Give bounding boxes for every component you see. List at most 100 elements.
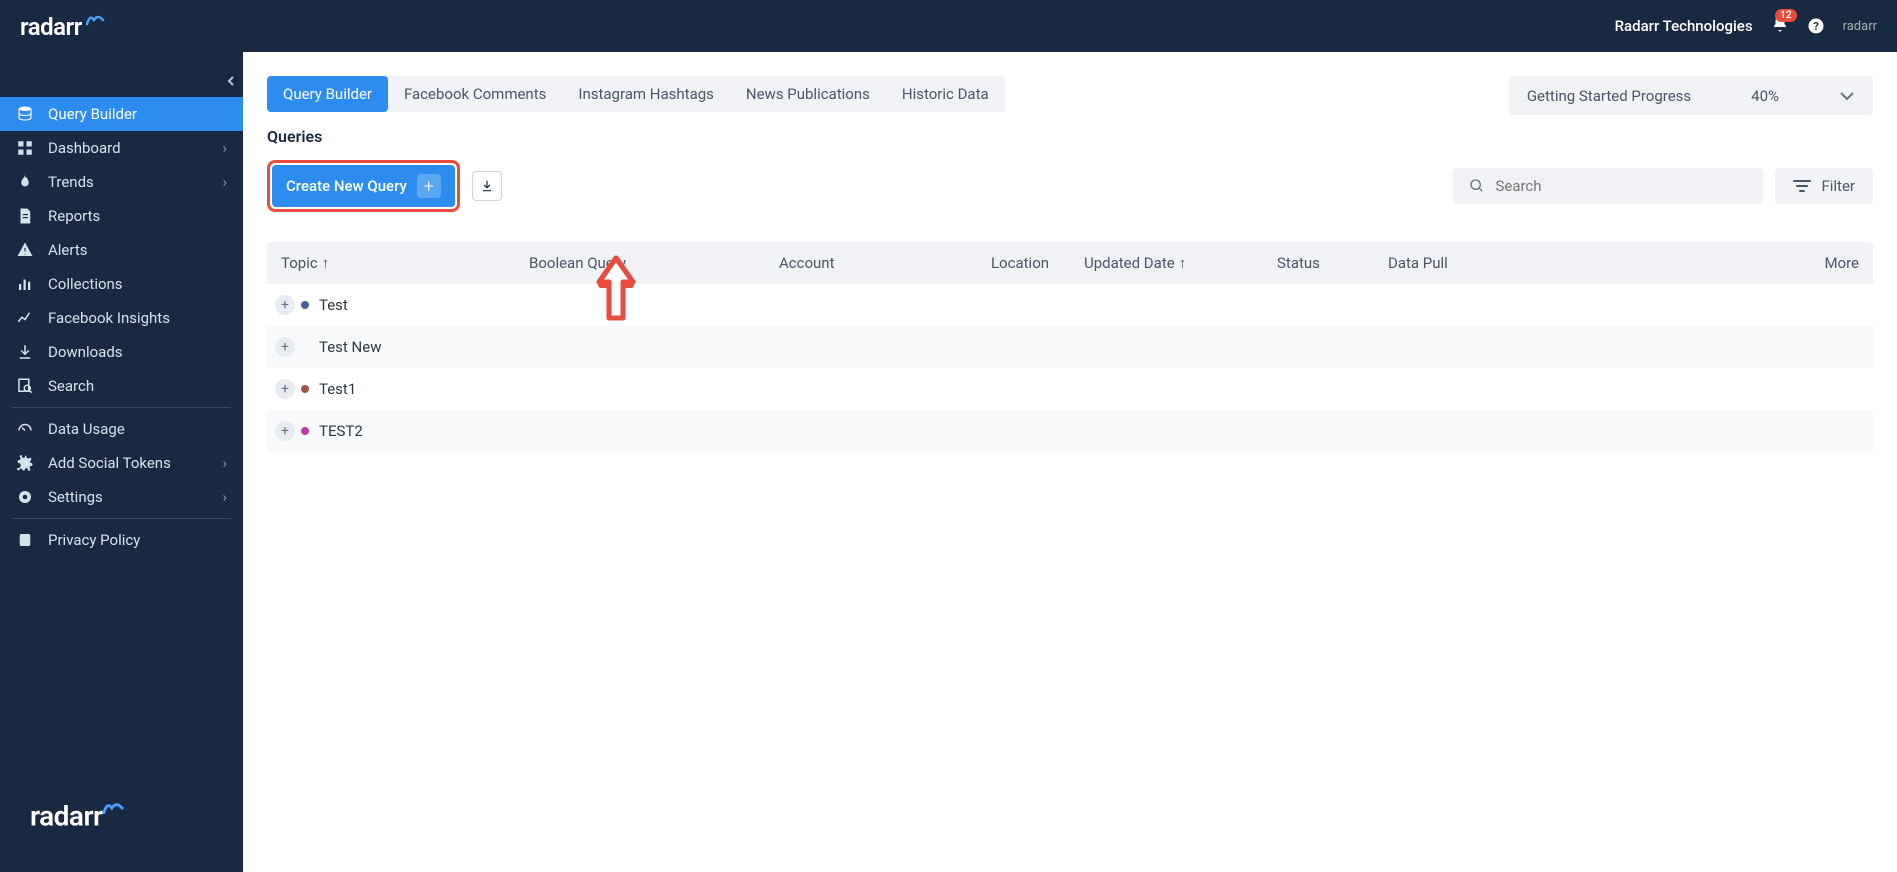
search-box[interactable] <box>1453 168 1763 204</box>
search-input[interactable] <box>1495 177 1747 195</box>
flame-icon <box>16 173 34 191</box>
sidebar-footer: radarr <box>0 779 243 872</box>
expand-row-button[interactable]: + <box>275 337 295 357</box>
footer-logo: radarr <box>30 799 213 832</box>
table-row[interactable]: + TEST2 <box>267 410 1873 452</box>
sidebar-item-add-social-tokens[interactable]: Add Social Tokens › <box>0 446 243 480</box>
sidebar-item-label: Privacy Policy <box>48 531 227 549</box>
filter-button[interactable]: Filter <box>1775 168 1873 204</box>
column-header-boolean[interactable]: Boolean Query <box>529 254 779 272</box>
notification-count: 12 <box>1775 9 1796 22</box>
nav-divider <box>12 407 231 408</box>
column-header-location[interactable]: Location <box>991 254 1084 272</box>
chevron-right-icon: › <box>222 139 227 157</box>
plus-icon: + <box>417 174 441 198</box>
column-header-topic[interactable]: Topic ↑ <box>281 254 529 272</box>
chevron-right-icon: › <box>222 173 227 191</box>
sidebar-item-search[interactable]: Search <box>0 369 243 403</box>
sidebar-item-label: Reports <box>48 207 227 225</box>
sidebar-item-label: Collections <box>48 275 227 293</box>
tab-historic-data[interactable]: Historic Data <box>886 76 1005 112</box>
table-row[interactable]: + Test New <box>267 326 1873 368</box>
sidebar-item-privacy-policy[interactable]: Privacy Policy <box>0 523 243 557</box>
sidebar-item-alerts[interactable]: Alerts <box>0 233 243 267</box>
header-right: Radarr Technologies 12 ? radarr <box>1615 15 1877 37</box>
progress-box[interactable]: Getting Started Progress 40% <box>1509 76 1873 115</box>
column-header-more[interactable]: More <box>1496 254 1859 272</box>
main-layout: Query Builder Dashboard › Trends › Repor… <box>0 52 1897 872</box>
expand-row-button[interactable]: + <box>275 379 295 399</box>
progress-value: 40% <box>1751 87 1779 105</box>
tab-bar: Query Builder Facebook Comments Instagra… <box>267 76 1005 112</box>
column-header-status[interactable]: Status <box>1277 254 1388 272</box>
sidebar-item-label: Trends <box>48 173 208 191</box>
sidebar-item-query-builder[interactable]: Query Builder <box>0 97 243 131</box>
sidebar-item-downloads[interactable]: Downloads <box>0 335 243 369</box>
small-logo: radarr <box>1843 19 1877 34</box>
sidebar-item-label: Search <box>48 377 227 395</box>
search-doc-icon <box>16 377 34 395</box>
notification-bell[interactable]: 12 <box>1771 15 1789 37</box>
search-icon <box>1469 178 1485 194</box>
logo-text: radarr <box>20 12 105 41</box>
sidebar-item-reports[interactable]: Reports <box>0 199 243 233</box>
sidebar-item-settings[interactable]: Settings › <box>0 480 243 514</box>
annotation-highlight: Create New Query + <box>267 160 460 212</box>
download-icon <box>480 179 494 193</box>
status-dot <box>301 385 309 393</box>
create-new-query-button[interactable]: Create New Query + <box>272 165 455 207</box>
wave-icon <box>103 799 125 832</box>
sidebar-collapse-button[interactable] <box>225 72 237 91</box>
chevron-down-icon <box>1839 86 1855 105</box>
actions-row: Create New Query + Filter <box>267 160 1873 212</box>
table-row[interactable]: + Test <box>267 284 1873 326</box>
main-content: Query Builder Facebook Comments Instagra… <box>243 52 1897 872</box>
filter-label: Filter <box>1821 177 1855 195</box>
topic-name: Test <box>319 296 348 314</box>
chevron-right-icon: › <box>222 454 227 472</box>
tab-news-publications[interactable]: News Publications <box>730 76 886 112</box>
sidebar-item-data-usage[interactable]: Data Usage <box>0 412 243 446</box>
sidebar-item-dashboard[interactable]: Dashboard › <box>0 131 243 165</box>
nav-list: Query Builder Dashboard › Trends › Repor… <box>0 97 243 557</box>
sidebar-item-label: Alerts <box>48 241 227 259</box>
cog-icon <box>16 454 34 472</box>
sidebar-item-facebook-insights[interactable]: Facebook Insights <box>0 301 243 335</box>
sidebar-item-trends[interactable]: Trends › <box>0 165 243 199</box>
table-row[interactable]: + Test1 <box>267 368 1873 410</box>
sidebar: Query Builder Dashboard › Trends › Repor… <box>0 52 243 872</box>
wave-icon <box>82 13 105 41</box>
column-header-datapull[interactable]: Data Pull <box>1388 254 1496 272</box>
tab-query-builder[interactable]: Query Builder <box>267 76 388 112</box>
sidebar-item-label: Query Builder <box>48 105 227 123</box>
top-header: radarr Radarr Technologies 12 ? radarr <box>0 0 1897 52</box>
sidebar-item-label: Data Usage <box>48 420 227 438</box>
status-dot <box>301 427 309 435</box>
tab-facebook-comments[interactable]: Facebook Comments <box>388 76 562 112</box>
download-button[interactable] <box>472 171 502 201</box>
column-header-account[interactable]: Account <box>779 254 991 272</box>
sidebar-item-label: Facebook Insights <box>48 309 227 327</box>
grid-icon <box>16 139 34 157</box>
sidebar-item-label: Dashboard <box>48 139 208 157</box>
column-header-updated[interactable]: Updated Date ↑ <box>1084 254 1277 272</box>
sort-asc-icon: ↑ <box>322 254 330 272</box>
sidebar-item-collections[interactable]: Collections <box>0 267 243 301</box>
help-icon[interactable]: ? <box>1807 17 1825 35</box>
trend-icon <box>16 309 34 327</box>
table-header: Topic ↑ Boolean Query Account Location U… <box>267 242 1873 284</box>
topic-name: Test New <box>319 338 381 356</box>
svg-text:?: ? <box>1813 20 1819 33</box>
database-icon <box>16 105 34 123</box>
expand-row-button[interactable]: + <box>275 421 295 441</box>
topic-name: TEST2 <box>319 422 363 440</box>
chart-icon <box>16 275 34 293</box>
tab-instagram-hashtags[interactable]: Instagram Hashtags <box>562 76 730 112</box>
status-dot <box>301 301 309 309</box>
annotation-arrow-icon <box>591 252 641 322</box>
table-body: + Test + Test New <box>267 284 1873 452</box>
expand-row-button[interactable]: + <box>275 295 295 315</box>
warning-icon <box>16 241 34 259</box>
create-button-label: Create New Query <box>286 177 407 195</box>
company-name: Radarr Technologies <box>1615 17 1753 35</box>
